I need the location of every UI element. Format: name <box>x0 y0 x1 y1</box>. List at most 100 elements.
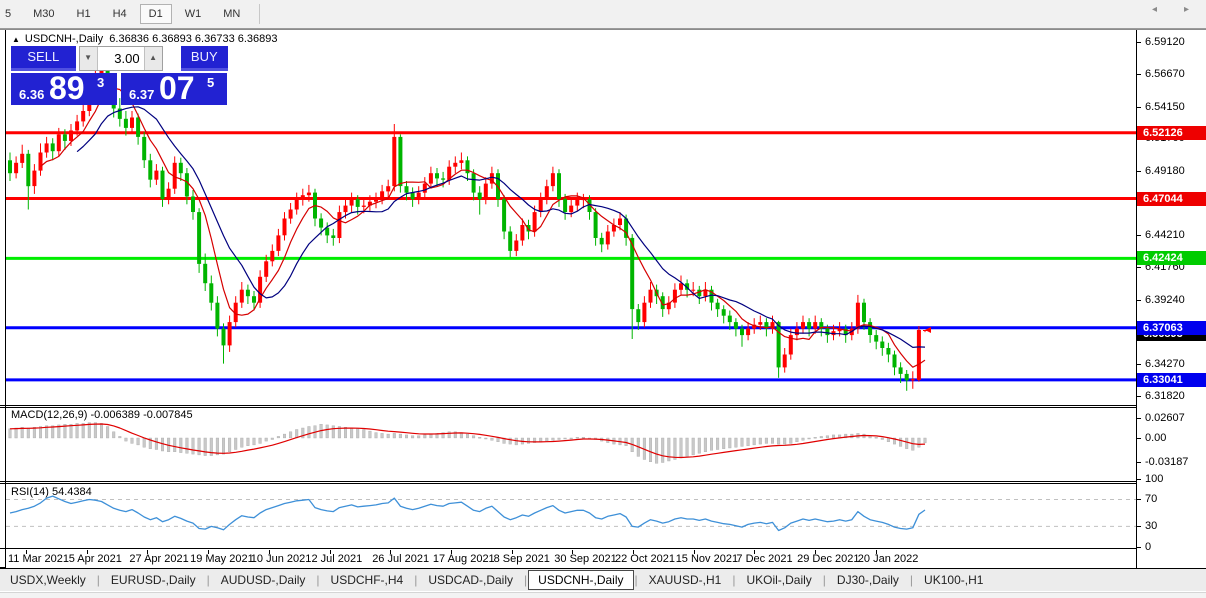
tab-separator: | <box>822 573 826 587</box>
macd-tick-label: 0.00 <box>1145 431 1167 444</box>
tab-separator: | <box>524 573 528 587</box>
timeframe-button-h1[interactable]: H1 <box>68 4 100 24</box>
rsi-tick-label: 100 <box>1145 473 1164 486</box>
tab-separator: | <box>96 573 100 587</box>
tab-separator: | <box>414 573 418 587</box>
rsi-bottom-border <box>0 548 1206 549</box>
chart-tab-uk100-[interactable]: UK100-,H1 <box>914 571 993 589</box>
chart-tab-eurusd-[interactable]: EURUSD-,Daily <box>101 571 206 589</box>
chart-ohlc-values: 6.36836 6.36893 6.36733 6.36893 <box>109 33 278 45</box>
rsi-label: RSI(14) 54.4384 <box>11 486 92 498</box>
sell-price-display[interactable]: 6.36 89 3 <box>11 70 117 106</box>
time-axis-label: 17 Aug 2021 <box>432 553 495 565</box>
rsi-tick-mark <box>1137 526 1141 528</box>
main-macd-splitter[interactable] <box>0 405 1206 406</box>
tab-separator: | <box>316 573 320 587</box>
sell-price-sup: 3 <box>97 75 105 90</box>
level-price-badge: 6.52126 <box>1137 125 1206 140</box>
rsi-tick-label: 70 <box>1145 493 1158 506</box>
time-axis-label: 11 Mar 2021 <box>8 553 69 565</box>
price-tick-label: 6.54150 <box>1145 100 1185 113</box>
chart-tab-usdcad-[interactable]: USDCAD-,Daily <box>418 571 523 589</box>
tab-separator: | <box>909 573 914 587</box>
level-price-badge: 6.37063 <box>1137 320 1206 335</box>
macd-label: MACD(12,26,9) -0.006389 -0.007845 <box>11 409 193 421</box>
price-tick-mark <box>1137 299 1141 301</box>
timeframe-button-m30[interactable]: M30 <box>24 4 63 24</box>
chart-tab-usdcnh-[interactable]: USDCNH-,Daily <box>528 570 634 590</box>
price-tick-label: 6.31820 <box>1145 389 1185 402</box>
volume-down-icon[interactable]: ▼ <box>79 47 98 70</box>
time-axis-label: 8 Sep 2021 <box>493 553 550 565</box>
buy-button[interactable]: BUY <box>180 46 228 71</box>
time-axis-label: 10 Jun 2021 <box>250 553 312 565</box>
tab-scroll-right-icon[interactable]: ▸ <box>1184 4 1189 15</box>
time-axis-label: 27 Apr 2021 <box>129 553 189 565</box>
buy-price-sup: 5 <box>207 75 215 90</box>
volume-up-icon[interactable]: ▲ <box>143 47 162 70</box>
one-click-panel-arrow-icon[interactable]: ▲ <box>12 35 20 44</box>
timeframe-button-5[interactable]: 5 <box>0 4 20 24</box>
price-tick-mark <box>1137 266 1141 268</box>
rsi-tick-mark <box>1137 479 1141 481</box>
price-tick-label: 6.59120 <box>1145 36 1185 49</box>
price-tick-label: 6.39240 <box>1145 293 1185 306</box>
volume-stepper: ▼ ▲ <box>78 46 163 71</box>
time-axis-label: 19 May 2021 <box>190 553 254 565</box>
tab-separator: | <box>732 573 736 587</box>
macd-tick-mark <box>1137 437 1141 439</box>
sell-button[interactable]: SELL <box>11 46 76 71</box>
price-tick-mark <box>1137 395 1141 397</box>
sell-price-big: 89 <box>49 70 85 106</box>
tab-separator: | <box>634 573 638 587</box>
macd-tick-label: -0.03187 <box>1145 456 1189 469</box>
time-axis-label: 5 Apr 2021 <box>68 553 122 565</box>
timeframe-button-mn[interactable]: MN <box>214 4 249 24</box>
timeframe-button-h4[interactable]: H4 <box>104 4 136 24</box>
time-axis-label: 20 Jan 2022 <box>857 553 919 565</box>
chart-tab-dj30-[interactable]: DJ30-,Daily <box>827 571 909 589</box>
buy-price-display[interactable]: 6.37 07 5 <box>121 70 227 106</box>
chart-tab-bar: USDX,Weekly | EURUSD-,Daily | AUDUSD-,Daily |… <box>0 569 1206 591</box>
level-price-badge: 6.47044 <box>1137 191 1206 206</box>
toolbar-separator <box>259 4 261 24</box>
chart-tab-ukoil-[interactable]: UKOil-,Daily <box>736 571 821 589</box>
level-price-badge: 6.33041 <box>1137 372 1206 387</box>
rsi-tick-label: 0 <box>1145 540 1152 553</box>
macd-tick-mark <box>1137 417 1141 419</box>
price-tick-mark <box>1137 106 1141 108</box>
time-axis-label: 2 Jul 2021 <box>311 553 363 565</box>
rsi-tick-mark <box>1137 546 1141 548</box>
price-tick-label: 6.56670 <box>1145 67 1185 80</box>
tab-scroll-left-icon[interactable]: ◂ <box>1152 4 1157 15</box>
rsi-tick-mark <box>1137 499 1141 501</box>
price-tick-mark <box>1137 73 1141 75</box>
macd-rsi-splitter[interactable] <box>0 481 1206 482</box>
chart-tab-usdx[interactable]: USDX,Weekly <box>0 571 96 589</box>
macd-tick-label: 0.02607 <box>1145 411 1185 424</box>
toolbar-divider <box>0 29 1206 30</box>
level-price-badge: 6.42424 <box>1137 251 1206 266</box>
timeframe-toolbar: 5 M30 H1 H4 D1 W1 MN <box>0 0 1206 29</box>
price-axis: 6.591206.566706.541506.517006.491806.467… <box>1137 30 1206 568</box>
price-tick-mark <box>1137 42 1141 44</box>
price-tick-label: 6.44210 <box>1145 229 1185 242</box>
chart-tab-audusd-[interactable]: AUDUSD-,Daily <box>211 571 316 589</box>
time-axis-label: 7 Dec 2021 <box>736 553 793 565</box>
timeframe-button-d1[interactable]: D1 <box>139 4 172 24</box>
chart-tab-xauusd-[interactable]: XAUUSD-,H1 <box>639 571 732 589</box>
price-tick-mark <box>1137 235 1141 237</box>
price-tick-label: 6.34270 <box>1145 357 1185 370</box>
chart-symbol-title: USDCNH-,Daily <box>24 33 104 45</box>
chart-title-row: ▲ USDCNH-,Daily 6.36836 6.36893 6.36733 6… <box>12 33 278 45</box>
rsi-indicator-chart[interactable] <box>6 484 1136 548</box>
chart-tab-usdchf-[interactable]: USDCHF-,H4 <box>321 571 414 589</box>
buy-price-prefix: 6.37 <box>129 87 155 102</box>
timeframe-button-w1[interactable]: W1 <box>176 4 211 24</box>
volume-input[interactable] <box>97 47 144 70</box>
price-tick-mark <box>1137 363 1141 365</box>
time-axis-label: 30 Sep 2021 <box>554 553 617 565</box>
rsi-tick-label: 30 <box>1145 520 1158 533</box>
status-strip <box>0 592 1206 598</box>
time-axis-label: 22 Oct 2021 <box>615 553 675 565</box>
